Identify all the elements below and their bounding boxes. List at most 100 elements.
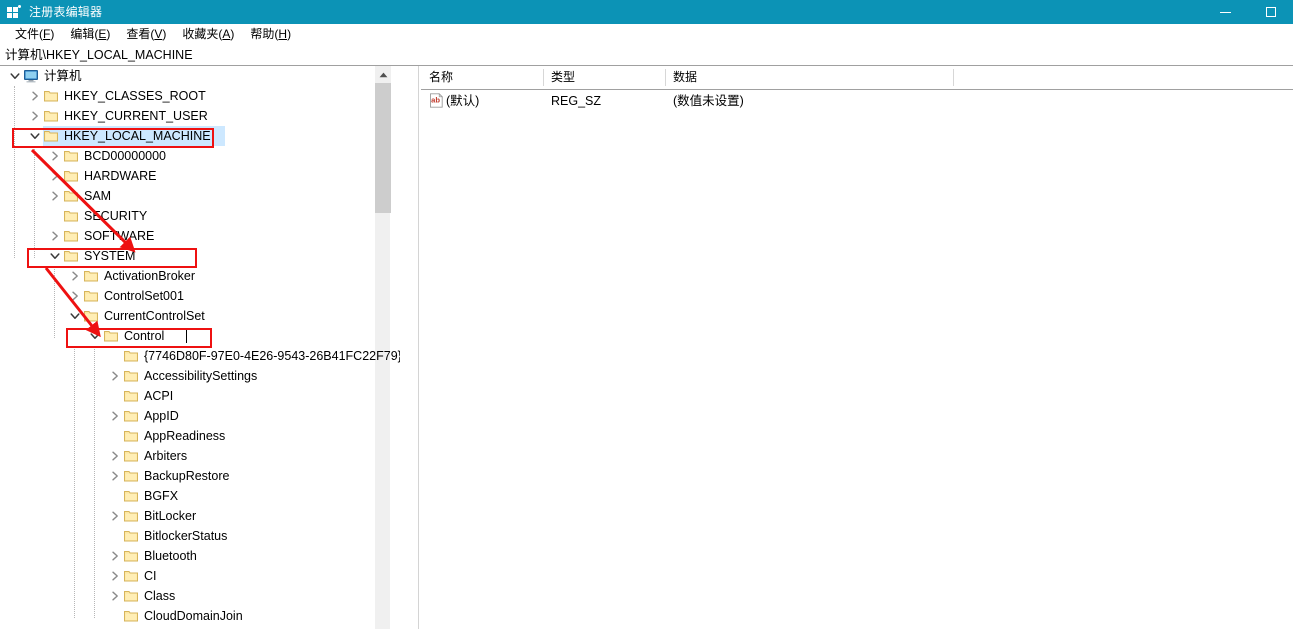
- chevron-right-icon[interactable]: [107, 546, 123, 566]
- column-divider[interactable]: [543, 69, 544, 86]
- tree-node-label: SAM: [84, 189, 112, 203]
- chevron-right-icon[interactable]: [67, 266, 83, 286]
- maximize-button[interactable]: [1248, 0, 1293, 24]
- tree-node[interactable]: Arbiters: [0, 446, 400, 466]
- tree-node[interactable]: CI: [0, 566, 400, 586]
- chevron-right-icon[interactable]: [107, 506, 123, 526]
- folder-icon: [63, 148, 79, 164]
- chevron-down-icon[interactable]: [7, 66, 23, 86]
- chevron-right-icon[interactable]: [27, 86, 43, 106]
- chevron-right-icon[interactable]: [47, 226, 63, 246]
- tree-node[interactable]: ControlSet001: [0, 286, 400, 306]
- tree-node[interactable]: CurrentControlSet: [0, 306, 400, 326]
- tree-node[interactable]: CloudDomainJoin: [0, 606, 400, 626]
- folder-icon: [63, 208, 79, 224]
- menu-item-v[interactable]: 查看(V): [118, 24, 174, 44]
- tree-node[interactable]: 计算机: [0, 66, 400, 86]
- tree-node-label: CI: [144, 569, 157, 583]
- tree-node-label: BGFX: [144, 489, 179, 503]
- tree-node-label: Bluetooth: [144, 549, 197, 563]
- chevron-right-icon[interactable]: [47, 146, 63, 166]
- tree-node[interactable]: SECURITY: [0, 206, 400, 226]
- column-divider[interactable]: [665, 69, 666, 86]
- scroll-up-icon[interactable]: [375, 66, 391, 83]
- tree-node-label: CurrentControlSet: [104, 309, 205, 323]
- chevron-down-icon[interactable]: [67, 306, 83, 326]
- chevron-right-icon[interactable]: [67, 286, 83, 306]
- tree-node[interactable]: AppID: [0, 406, 400, 426]
- column-divider[interactable]: [953, 69, 954, 86]
- tree-node[interactable]: SAM: [0, 186, 400, 206]
- tree-node[interactable]: SOFTWARE: [0, 226, 400, 246]
- folder-icon: [43, 108, 59, 124]
- tree-node[interactable]: SYSTEM: [0, 246, 400, 266]
- tree-node[interactable]: BCD00000000: [0, 146, 400, 166]
- menu-item-e[interactable]: 编辑(E): [62, 24, 118, 44]
- pane-splitter[interactable]: [418, 66, 419, 629]
- tree-node[interactable]: HKEY_CLASSES_ROOT: [0, 86, 400, 106]
- tree-node[interactable]: HKEY_CURRENT_USER: [0, 106, 400, 126]
- tree-node[interactable]: Class: [0, 586, 400, 606]
- tree-node[interactable]: AppReadiness: [0, 426, 400, 446]
- registry-path: 计算机\HKEY_LOCAL_MACHINE: [5, 47, 193, 62]
- chevron-down-icon[interactable]: [47, 246, 63, 266]
- minimize-button[interactable]: [1203, 0, 1248, 24]
- tree-node-label: BCD00000000: [84, 149, 167, 163]
- tree-node[interactable]: ACPI: [0, 386, 400, 406]
- chevron-down-icon[interactable]: [87, 326, 103, 346]
- tree-node[interactable]: BGFX: [0, 486, 400, 506]
- menu-item-h[interactable]: 帮助(H): [242, 24, 299, 44]
- chevron-right-icon[interactable]: [107, 446, 123, 466]
- chevron-down-icon[interactable]: [27, 126, 43, 146]
- values-list-pane[interactable]: 名称 类型 数据 ab (默认) REG_SZ (数值未设置): [421, 66, 1293, 629]
- chevron-right-icon[interactable]: [107, 366, 123, 386]
- chevron-right-icon[interactable]: [107, 586, 123, 606]
- tree-node-label: ControlSet001: [104, 289, 184, 303]
- value-row[interactable]: ab (默认) REG_SZ (数值未设置): [421, 90, 1293, 112]
- tree-scrollbar-thumb[interactable]: [375, 83, 391, 213]
- menu-item-a[interactable]: 收藏夹(A): [174, 24, 242, 44]
- values-list-body: ab (默认) REG_SZ (数值未设置): [421, 90, 1293, 112]
- column-header[interactable]: 数据: [665, 66, 953, 89]
- column-header[interactable]: 类型: [543, 66, 665, 89]
- tree-node[interactable]: HKEY_LOCAL_MACHINE: [0, 126, 400, 146]
- tree-node[interactable]: HARDWARE: [0, 166, 400, 186]
- chevron-right-icon[interactable]: [107, 406, 123, 426]
- tree-node[interactable]: BitlockerStatus: [0, 526, 400, 546]
- menu-item-f[interactable]: 文件(F): [7, 24, 62, 44]
- tree-node[interactable]: AccessibilitySettings: [0, 366, 400, 386]
- window-title: 注册表编辑器: [29, 5, 103, 19]
- folder-icon: [123, 448, 139, 464]
- tree-node-label: HKEY_CLASSES_ROOT: [64, 89, 206, 103]
- chevron-right-icon[interactable]: [47, 186, 63, 206]
- registry-tree-pane[interactable]: 计算机 HKEY_CLASSES_ROOT HKEY_CURRENT_USER HKE…: [0, 66, 400, 629]
- tree-node[interactable]: BackupRestore: [0, 466, 400, 486]
- string-value-icon: ab: [429, 92, 444, 108]
- chevron-right-icon[interactable]: [27, 106, 43, 126]
- tree-node-label: CloudDomainJoin: [144, 609, 243, 623]
- chevron-right-icon[interactable]: [107, 566, 123, 586]
- tree-node[interactable]: BitLocker: [0, 506, 400, 526]
- column-header[interactable]: 名称: [421, 66, 543, 89]
- folder-icon: [123, 368, 139, 384]
- tree-node-label: BitLocker: [144, 509, 197, 523]
- tree-guide-line: [74, 346, 75, 618]
- tree-node-label: BitlockerStatus: [144, 529, 228, 543]
- chevron-right-icon[interactable]: [47, 166, 63, 186]
- rename-text-caret: [186, 329, 187, 343]
- tree-node-label: BackupRestore: [144, 469, 230, 483]
- address-bar[interactable]: 计算机\HKEY_LOCAL_MACHINE: [0, 44, 1293, 66]
- tree-node[interactable]: Control: [0, 326, 400, 346]
- folder-icon: [123, 528, 139, 544]
- tree-node-label: AppID: [144, 409, 179, 423]
- folder-icon: [123, 608, 139, 624]
- value-type: REG_SZ: [551, 94, 602, 108]
- tree-node[interactable]: {7746D80F-97E0-4E26-9543-26B41FC22F79}: [0, 346, 400, 366]
- tree-node[interactable]: Bluetooth: [0, 546, 400, 566]
- folder-icon: [103, 328, 119, 344]
- chevron-right-icon[interactable]: [107, 466, 123, 486]
- tree-node[interactable]: ActivationBroker: [0, 266, 400, 286]
